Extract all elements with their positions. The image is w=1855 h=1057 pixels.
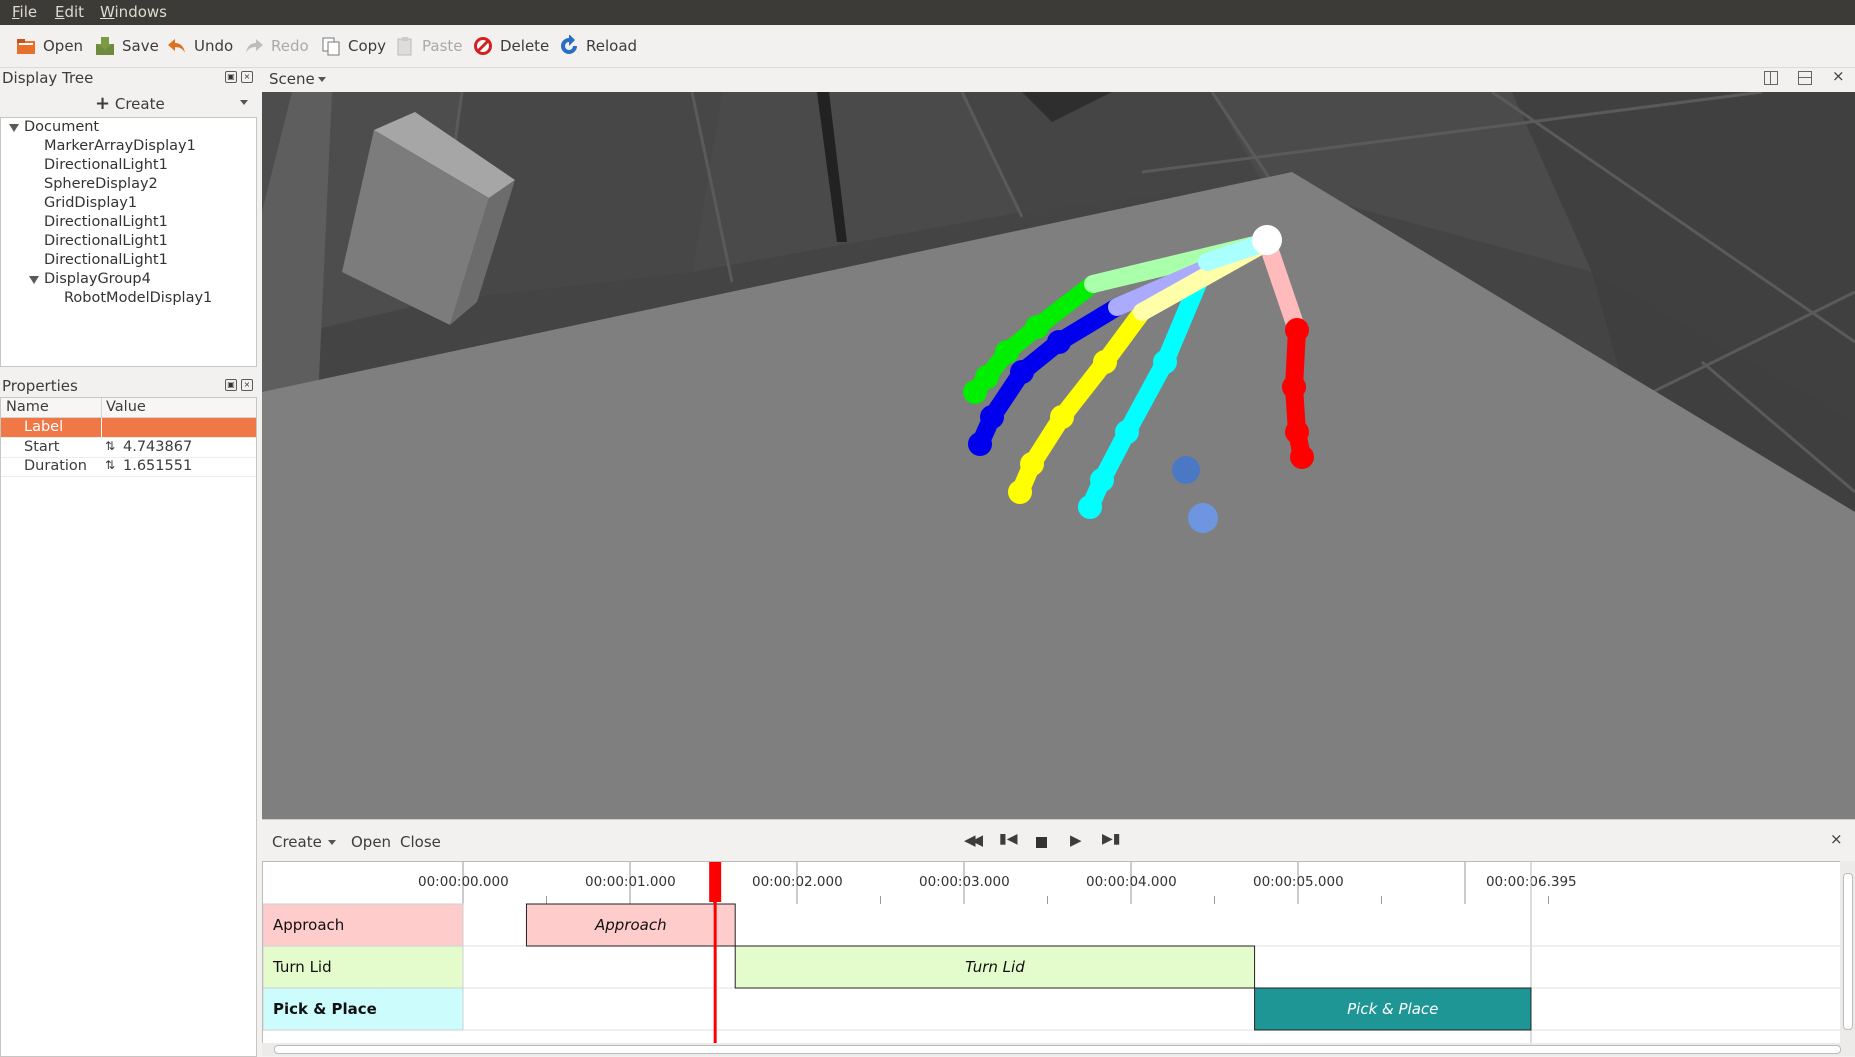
split-vertical-icon[interactable]	[1764, 71, 1778, 85]
spin-arrows-icon[interactable]: ⇅	[105, 439, 115, 453]
properties-title: Properties	[2, 377, 78, 395]
ruler-tick-label: 00:00:05.000	[1253, 874, 1344, 890]
display-tree: Document MarkerArrayDisplay1 Directional…	[0, 117, 257, 367]
track-label: Turn Lid	[272, 958, 332, 976]
folder-open-icon	[17, 39, 35, 54]
skip-back-icon[interactable]: ▮◀	[999, 831, 1017, 847]
timeline-open-button[interactable]: Open	[351, 833, 391, 851]
chevron-down-icon[interactable]	[328, 840, 336, 845]
column-divider	[101, 418, 102, 437]
property-value[interactable]: 1.651551	[123, 458, 192, 474]
scene-render	[262, 92, 1855, 819]
skip-forward-icon[interactable]: ▶▮	[1102, 831, 1120, 847]
rewind-icon[interactable]: ◀◀	[964, 831, 983, 849]
paste-button[interactable]: Paste	[394, 33, 463, 59]
track-clip-label: Pick & Place	[1347, 1000, 1438, 1018]
save-button[interactable]: Save	[94, 33, 159, 59]
ruler-tick-label: 00:00:03.000	[919, 874, 1010, 890]
chevron-down-icon[interactable]	[318, 77, 326, 82]
undo-icon	[168, 39, 185, 53]
timeline-close-button[interactable]: Close	[400, 833, 441, 851]
stop-icon[interactable]	[1036, 837, 1047, 848]
scene-tab-bar: Scene ×	[262, 67, 1855, 92]
close-icon[interactable]: ×	[241, 379, 253, 391]
timeline[interactable]: 00:00:00.000 00:00:01.000 00:00:02.000 00:0…	[262, 861, 1842, 1045]
display-tree-dock-buttons: ▣ ×	[225, 71, 253, 83]
track-clip-label: Approach	[594, 916, 667, 934]
play-icon[interactable]: ▶	[1070, 831, 1082, 849]
expand-icon[interactable]	[29, 276, 39, 284]
tree-item[interactable]: SphereDisplay2	[44, 176, 158, 192]
track-label: Pick & Place	[273, 1000, 377, 1018]
horizontal-scrollbar[interactable]	[262, 1043, 1855, 1056]
ruler-tick-label: 00:00:04.000	[1086, 874, 1177, 890]
property-name: Duration	[24, 458, 87, 474]
float-icon[interactable]: ▣	[225, 71, 237, 83]
scroll-thumb[interactable]	[1843, 873, 1853, 1030]
track-clip-label: Turn Lid	[965, 958, 1025, 976]
property-value[interactable]: 4.743867	[123, 439, 192, 455]
reload-button[interactable]: Reload	[558, 33, 637, 59]
delete-button[interactable]: Delete	[472, 33, 549, 59]
timeline-tracks: 00:00:00.000 00:00:01.000 00:00:02.000 00:0…	[263, 862, 1841, 1044]
menu-bar: File Edit Windows	[0, 0, 1855, 25]
scene-title[interactable]: Scene	[269, 70, 315, 88]
delete-icon	[474, 37, 492, 55]
reload-icon	[561, 35, 577, 54]
ruler-tick-label: 00:00:00.000	[418, 874, 509, 890]
display-tree-title: Display Tree	[2, 69, 94, 87]
tree-item[interactable]: RobotModelDisplay1	[64, 290, 212, 306]
property-name: Label	[24, 419, 64, 435]
vertical-scrollbar[interactable]	[1840, 861, 1855, 1043]
menu-windows[interactable]: Windows	[100, 3, 167, 21]
save-icon	[96, 37, 114, 55]
chevron-down-icon[interactable]	[240, 100, 248, 105]
copy-button[interactable]: Copy	[320, 33, 386, 59]
ruler-tick-label: 00:00:02.000	[752, 874, 843, 890]
tree-item[interactable]: DirectionalLight1	[44, 157, 168, 173]
scene-viewport[interactable]	[262, 92, 1855, 819]
paste-icon	[397, 37, 412, 56]
property-row-duration[interactable]: Duration ⇅ 1.651551	[1, 457, 256, 477]
property-row-start[interactable]: Start ⇅ 4.743867	[1, 438, 256, 458]
open-button[interactable]: Open	[15, 33, 83, 59]
split-horizontal-icon[interactable]	[1798, 71, 1812, 85]
copy-icon	[322, 37, 340, 56]
close-icon[interactable]: ×	[241, 71, 253, 83]
property-row-label[interactable]: Label	[1, 418, 256, 438]
properties-table: Name Value Label Start ⇅ 4.743867 Durati…	[0, 397, 257, 1057]
menu-file[interactable]: File	[12, 3, 37, 21]
toolbar: Open Save Undo Redo Copy Paste Delete Re…	[0, 25, 1855, 68]
scroll-thumb[interactable]	[274, 1045, 1841, 1054]
create-display-button[interactable]: + Create	[95, 93, 165, 114]
tree-item[interactable]: MarkerArrayDisplay1	[44, 138, 196, 154]
properties-header: Name Value	[1, 398, 256, 418]
timeline-toolbar: Create Open Close ◀◀ ▮◀ ▶ ▶▮ ×	[262, 819, 1855, 862]
close-icon[interactable]: ×	[1830, 830, 1843, 848]
property-name: Start	[24, 439, 60, 455]
redo-icon	[246, 39, 263, 53]
tree-item[interactable]: DirectionalLight1	[44, 252, 168, 268]
value-column-header: Value	[106, 399, 146, 415]
column-divider	[101, 398, 102, 417]
timeline-create-button[interactable]: Create	[272, 833, 322, 851]
name-column-header: Name	[6, 399, 49, 415]
tree-item[interactable]: DirectionalLight1	[44, 233, 168, 249]
tree-item[interactable]: GridDisplay1	[44, 195, 137, 211]
ruler-tick-label: 00:00:01.000	[585, 874, 676, 890]
undo-button[interactable]: Undo	[166, 33, 233, 59]
properties-dock-buttons: ▣ ×	[225, 379, 253, 391]
close-icon[interactable]: ×	[1832, 67, 1845, 85]
spin-arrows-icon[interactable]: ⇅	[105, 458, 115, 472]
float-icon[interactable]: ▣	[225, 379, 237, 391]
menu-edit[interactable]: Edit	[55, 3, 84, 21]
redo-button[interactable]: Redo	[243, 33, 309, 59]
track-label: Approach	[273, 916, 344, 934]
tree-item[interactable]: DirectionalLight1	[44, 214, 168, 230]
tree-item-document[interactable]: Document	[24, 119, 99, 135]
expand-icon[interactable]	[9, 124, 19, 132]
tree-item-group[interactable]: DisplayGroup4	[44, 271, 151, 287]
plus-icon: +	[95, 93, 111, 114]
